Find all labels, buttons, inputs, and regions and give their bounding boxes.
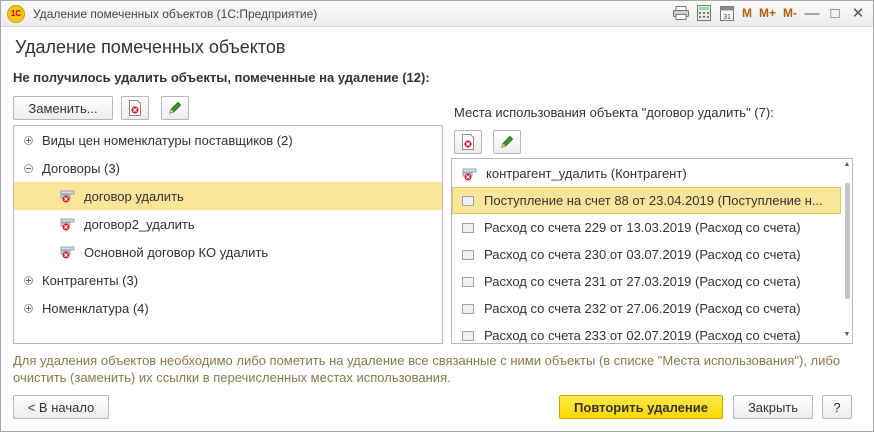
expand-icon[interactable] [24, 275, 33, 285]
usage-row-label: Расход со счета 229 от 13.03.2019 (Расхо… [484, 220, 801, 235]
usage-row-label: Расход со счета 231 от 27.03.2019 (Расхо… [484, 274, 801, 289]
expand-icon[interactable] [24, 135, 33, 145]
calendar-icon[interactable]: 31 [718, 4, 736, 22]
memory-plus-button[interactable]: M+ [758, 6, 777, 20]
usage-row[interactable]: Расход со счета 231 от 27.03.2019 (Расхо… [452, 268, 841, 295]
tree-item[interactable]: договор2_удалить [14, 210, 442, 238]
tree-group[interactable]: Договоры (3) [14, 154, 442, 182]
app-logo-icon: 1С [7, 4, 25, 23]
mark-delete-button[interactable] [121, 96, 149, 120]
usage-row[interactable]: Расход со счета 233 от 02.07.2019 (Расхо… [452, 322, 841, 343]
tree-label: Номенклатура (4) [42, 300, 149, 316]
tree-label: Договоры (3) [42, 160, 120, 176]
title-bar: 1С Удаление помеченных объектов (1С:Пред… [1, 1, 873, 27]
section-label: Не получилось удалить объекты, помеченны… [13, 70, 430, 85]
page-title: Удаление помеченных объектов [15, 37, 286, 57]
usage-row-label: Расход со счета 230 от 03.07.2019 (Расхо… [484, 247, 801, 262]
scroll-up-icon[interactable]: ▲ [843, 161, 851, 169]
tree-group[interactable]: Виды цен номенклатуры поставщиков (2) [14, 126, 442, 154]
marked-object-icon [60, 217, 76, 231]
tree-group[interactable]: Контрагенты (3) [14, 266, 442, 294]
calculator-icon[interactable] [695, 4, 713, 22]
usage-row-label: Расход со счета 232 от 27.06.2019 (Расхо… [484, 301, 801, 316]
document-icon [462, 276, 474, 287]
minimize-icon[interactable]: — [803, 5, 821, 22]
document-icon [462, 222, 474, 233]
usage-mark-delete-button[interactable] [454, 130, 482, 154]
usage-row-label: Поступление на счет 88 от 23.04.2019 (По… [484, 193, 823, 208]
marked-object-icon [462, 167, 478, 181]
tree-item[interactable]: Основной договор КО удалить [14, 238, 442, 266]
marked-object-icon [60, 245, 76, 259]
usage-label: Места использования объекта "договор уда… [454, 105, 774, 120]
close-icon[interactable]: ✕ [849, 4, 867, 22]
unmark-delete-icon [129, 100, 141, 116]
usage-row[interactable]: Расход со счета 232 от 27.06.2019 (Расхо… [452, 295, 841, 322]
collapse-icon[interactable] [24, 163, 33, 173]
document-icon [462, 330, 474, 341]
svg-text:31: 31 [723, 14, 731, 21]
usage-row-label: контрагент_удалить (Контрагент) [486, 166, 687, 181]
tree-group[interactable]: Номенклатура (4) [14, 294, 442, 322]
document-icon [462, 195, 474, 206]
hint-text: Для удаления объектов необходимо либо по… [13, 353, 841, 385]
tree-item[interactable]: договор удалить [14, 182, 442, 210]
usage-row[interactable]: Расход со счета 229 от 13.03.2019 (Расхо… [452, 214, 841, 241]
close-button[interactable]: Закрыть [733, 395, 813, 419]
unmark-delete-icon [462, 134, 474, 150]
document-icon [462, 249, 474, 260]
maximize-icon[interactable]: □ [826, 5, 844, 22]
app-window: 1С Удаление помеченных объектов (1С:Пред… [0, 0, 874, 432]
usage-row-label: Расход со счета 233 от 02.07.2019 (Расхо… [484, 328, 801, 343]
usage-scrollbar[interactable]: ▲ ▼ [843, 161, 851, 339]
tree-label: Основной договор КО удалить [84, 244, 269, 260]
print-icon[interactable] [672, 4, 690, 22]
tree-label: договор2_удалить [84, 216, 195, 232]
pencil-icon [501, 135, 514, 148]
usage-row[interactable]: Расход со счета 230 от 03.07.2019 (Расхо… [452, 241, 841, 268]
usage-edit-button[interactable] [493, 130, 521, 154]
memory-minus-button[interactable]: M- [782, 6, 798, 20]
back-to-start-button[interactable]: < В начало [13, 395, 109, 419]
window-title: Удаление помеченных объектов (1С:Предпри… [33, 6, 318, 21]
usage-row[interactable]: контрагент_удалить (Контрагент) [452, 160, 841, 187]
tree-label: Виды цен номенклатуры поставщиков (2) [42, 132, 293, 148]
scroll-down-icon[interactable]: ▼ [843, 331, 851, 339]
memory-button[interactable]: M [741, 6, 753, 20]
document-icon [462, 303, 474, 314]
marked-object-icon [60, 189, 76, 203]
help-button[interactable]: ? [822, 395, 852, 419]
scroll-thumb[interactable] [845, 183, 850, 299]
edit-button[interactable] [161, 96, 189, 120]
objects-tree: Виды цен номенклатуры поставщиков (2) Дог… [13, 125, 443, 344]
repeat-delete-button[interactable]: Повторить удаление [559, 395, 723, 419]
title-tools: 31 M M+ M- — □ ✕ [672, 4, 867, 22]
pencil-icon [169, 101, 182, 114]
replace-button[interactable]: Заменить... [13, 96, 113, 120]
usage-row[interactable]: Поступление на счет 88 от 23.04.2019 (По… [452, 187, 841, 214]
usage-list: Расход со счета 233 от 02.07.2019 (Расхо… [451, 158, 853, 344]
tree-label: договор удалить [84, 188, 184, 204]
tree-label: Контрагенты (3) [42, 272, 139, 288]
expand-icon[interactable] [24, 303, 33, 313]
